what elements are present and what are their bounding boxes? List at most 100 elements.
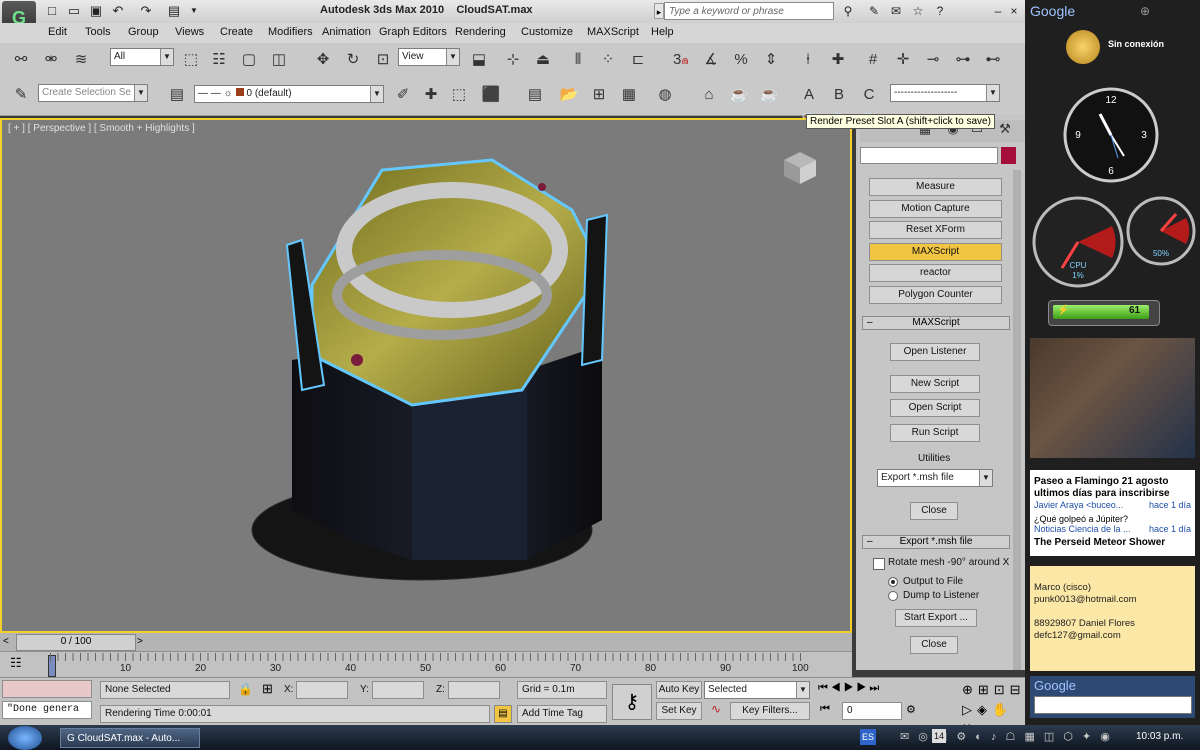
render-preset-b-button[interactable]: B☕ [826,82,852,127]
layer-manager-icon[interactable]: ⊏ [625,47,651,73]
time-prev-icon[interactable]: < [3,636,9,647]
google-search-input[interactable] [1034,696,1192,714]
run-script-button[interactable]: Run Script [890,424,980,442]
select-object-icon[interactable]: ⬚ [178,47,204,73]
menu-customize[interactable]: Customize [521,26,573,38]
layer-hide-icon[interactable]: ⬛ [478,82,504,108]
key-icon[interactable]: ⚷ [612,684,652,720]
add-time-tag-button[interactable]: Add Time Tag [517,705,607,723]
playback-controls[interactable]: ⏮◀▶▶⏭ [818,682,882,695]
material-editor-icon[interactable]: ▦ [616,82,642,108]
layer-properties-icon[interactable]: ▤ [164,82,190,108]
render-production-icon[interactable]: ☕ [726,82,752,108]
schematic-view-icon[interactable]: ⊞ [586,82,612,108]
layer-select[interactable]: — — ☼ 0 (default) ▼ [194,85,384,103]
viewport-navigation-icons[interactable]: ⊕⊞⊡⊟▷◈✋⊻ [962,680,1022,737]
menu-animation[interactable]: Animation [322,26,371,38]
taskbar-clock[interactable]: 10:03 p.m. [1136,731,1183,742]
layer-add-icon[interactable]: ✚ [418,82,444,108]
maxscript-mini-listener[interactable] [2,680,92,698]
render-frame-icon[interactable]: ⌂ [696,82,722,108]
export-rollout-header[interactable]: – Export *.msh file [862,535,1010,549]
menu-rendering[interactable]: Rendering [455,26,506,38]
snap-3d-icon[interactable]: 3⋒ [668,47,694,73]
open-file-icon[interactable]: ▭ [66,3,82,19]
current-frame-input[interactable]: 0 [842,702,902,720]
scene-explorer-icon[interactable]: ▤ [522,82,548,108]
motion-capture-button[interactable]: Motion Capture [869,200,1002,218]
save-file-icon[interactable]: ▣ [88,3,104,19]
x-coordinate-input[interactable] [296,681,348,699]
time-config-icon[interactable]: ⚙ [906,703,916,716]
reactor-button[interactable]: reactor [869,264,1002,282]
open-script-button[interactable]: Open Script [890,399,980,417]
quick-access-dropdown-icon[interactable]: ▼ [188,3,200,19]
auto-key-button[interactable]: Auto Key [656,681,702,699]
y-coordinate-input[interactable] [372,681,424,699]
menu-edit[interactable]: Edit [48,26,67,38]
select-manipulate-icon[interactable]: ⊹ [500,47,526,73]
z-coordinate-input[interactable] [448,681,500,699]
feed-item-title[interactable]: Paseo a Flamingo 21 agosto ultimos días … [1030,470,1195,500]
language-indicator[interactable]: ES [860,729,876,745]
feed-item-title[interactable]: ¿Qué golpeó a Júpiter? [1030,510,1195,524]
slideshow-photo[interactable] [1030,338,1195,458]
viewcube-icon[interactable] [782,150,818,186]
communication-center-icon[interactable]: ✉ [888,3,904,19]
taskbar-item-3dsmax[interactable]: G CloudSAT.max - Auto... [60,728,200,748]
object-color-swatch[interactable] [1001,147,1016,164]
menu-modifiers[interactable]: Modifiers [268,26,313,38]
search-input[interactable]: Type a keyword or phrase [664,2,834,20]
utilities-select[interactable]: Export *.msh file ▼ [877,469,993,487]
selection-filter-select[interactable]: All ▼ [110,48,174,66]
named-selection-input[interactable]: Create Selection Se ▼ [38,84,148,102]
time-tag-icon[interactable]: ▤ [494,705,512,723]
maxscript-close-button[interactable]: Close [910,502,958,520]
snap-toggle-b-icon[interactable]: ⊶ [950,47,976,73]
project-folder-icon[interactable]: ▤ [166,3,182,19]
spinner-snap-icon[interactable]: ⇕ [758,47,784,73]
binoculars-icon[interactable]: ⚲ [840,3,856,19]
snap-toggle-c-icon[interactable]: ⊷ [980,47,1006,73]
render-preset-select[interactable]: ------------------- ▼ [890,84,1000,102]
help-icon[interactable]: ? [932,3,948,19]
start-export-button[interactable]: Start Export ... [895,609,977,627]
absolute-mode-icon[interactable]: ⊞ [262,681,273,697]
object-name-input[interactable] [860,147,998,164]
redo-icon[interactable]: ↷ [138,3,154,19]
lock-icon[interactable]: 🔒 [238,682,253,696]
render-setup-icon[interactable]: ◍ [652,82,678,108]
export-close-button[interactable]: Close [910,636,958,654]
render-iterative-icon[interactable]: ☕ [756,82,782,108]
rotate-mesh-checkbox[interactable] [873,558,885,570]
dump-to-listener-radio[interactable] [888,591,898,601]
curve-editor-icon[interactable]: 📂 [556,82,582,108]
reference-coordinate-select[interactable]: View ▼ [398,48,460,66]
feed-item-title[interactable]: The Perseid Meteor Shower [1030,534,1195,548]
maxscript-button[interactable]: MAXScript [869,243,1002,261]
maxscript-rollout-header[interactable]: – MAXScript [862,316,1010,330]
output-to-file-radio[interactable] [888,577,898,587]
search-expand-icon[interactable]: ▸ [654,3,664,19]
layer-edit-icon[interactable]: ✐ [390,82,416,108]
utilities-tab-icon[interactable]: ⚒ [992,118,1018,140]
undo-icon[interactable]: ↶ [110,3,126,19]
rotate-icon[interactable]: ↻ [340,47,366,73]
mirror-icon[interactable]: ⫴ [565,47,591,73]
mini-curve-editor-icon[interactable]: ☷ [10,655,22,671]
menu-maxscript[interactable]: MAXScript [587,26,639,38]
snap-toggle-a-icon[interactable]: ⊸ [920,47,946,73]
select-by-name-icon[interactable]: ☷ [206,47,232,73]
menu-graph-editors[interactable]: Graph Editors [379,26,447,38]
polygon-counter-button[interactable]: Polygon Counter [869,286,1002,304]
menu-tools[interactable]: Tools [85,26,111,38]
notes-gadget[interactable]: Marco (cisco) punk0013@hotmail.com 88929… [1030,566,1195,671]
tool-xy-icon[interactable]: ⍿ [795,47,821,73]
set-key-button[interactable]: Set Key [656,702,702,720]
layer-select-icon[interactable]: ⬚ [446,82,472,108]
start-button[interactable] [8,726,42,750]
angle-snap-icon[interactable]: ∡ [698,47,724,73]
key-filters-button[interactable]: Key Filters... [730,702,810,720]
move-icon[interactable]: ✥ [310,47,336,73]
unlink-icon[interactable]: ⚮ [38,47,64,73]
